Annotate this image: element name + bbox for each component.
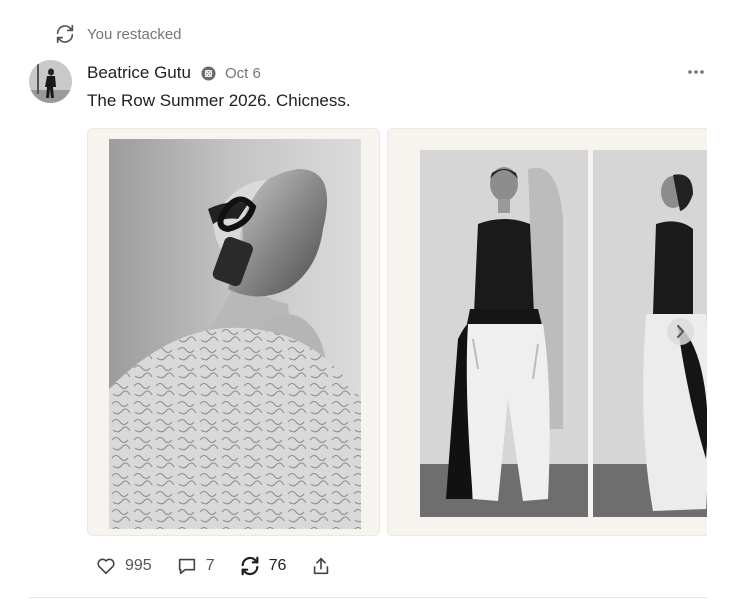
share-button[interactable] <box>310 555 332 577</box>
comment-button[interactable]: 7 <box>176 555 215 577</box>
share-icon <box>310 555 332 577</box>
avatar[interactable] <box>29 60 72 103</box>
post-date[interactable]: Oct 6 <box>225 65 261 82</box>
gallery-next-icon[interactable] <box>667 318 694 345</box>
restack-notice: You restacked <box>54 22 182 46</box>
comment-icon <box>176 555 198 577</box>
heart-icon <box>95 555 117 577</box>
gallery-image-1[interactable] <box>87 128 380 536</box>
more-options-icon[interactable] <box>683 62 709 82</box>
restack-label: You restacked <box>87 25 182 43</box>
image-gallery[interactable] <box>87 128 707 536</box>
comment-count: 7 <box>205 557 215 574</box>
post-header: Beatrice Gutu Oct 6 <box>87 61 261 85</box>
restack-icon <box>54 23 76 45</box>
divider <box>29 597 707 598</box>
like-button[interactable]: 995 <box>95 555 152 577</box>
verified-badge-icon <box>201 65 216 81</box>
author-name[interactable]: Beatrice Gutu <box>87 63 191 83</box>
gallery-image-2[interactable] <box>387 128 707 536</box>
post-text: The Row Summer 2026. Chicness. <box>87 91 351 110</box>
like-count: 995 <box>125 557 152 574</box>
restack-active-icon <box>239 555 261 577</box>
restack-button[interactable]: 76 <box>239 555 287 577</box>
restack-count: 76 <box>268 557 287 574</box>
post-actions: 995 7 76 <box>95 553 356 579</box>
